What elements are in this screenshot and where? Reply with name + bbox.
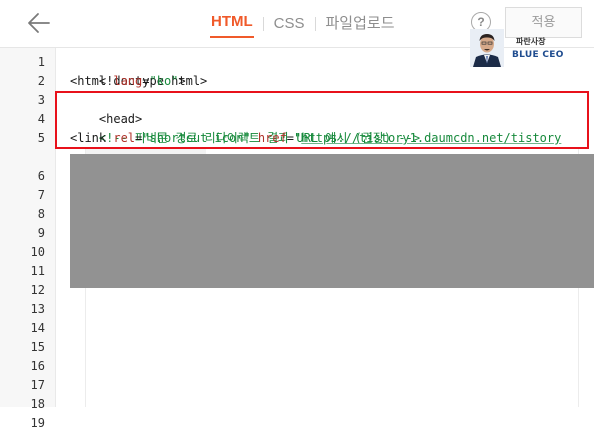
line-number: 16 — [30, 359, 45, 373]
code-equals: = — [142, 74, 150, 88]
code-line-5: <link rel="shortcut icon" href="https://… — [70, 129, 561, 148]
line-number: 5 — [37, 131, 45, 145]
badge-title: 파란사장 — [516, 37, 546, 46]
code-string: "ko" — [149, 74, 179, 88]
line-number: 13 — [30, 302, 45, 316]
code-tag: <link — [70, 131, 114, 145]
line-number: 15 — [30, 340, 45, 354]
profile-badge: 파란사장 BLUE CEO — [470, 29, 570, 67]
line-number: 17 — [30, 378, 45, 392]
code-attribute: href — [257, 131, 287, 145]
line-number: 7 — [37, 188, 45, 202]
tab-file-upload[interactable]: 파일업로드 — [325, 13, 396, 35]
code-tag: <html — [70, 74, 114, 88]
tab-html[interactable]: HTML — [210, 11, 254, 38]
back-button[interactable] — [24, 9, 54, 37]
line-number: 3 — [37, 93, 45, 107]
code-tag: > — [178, 74, 186, 88]
line-number: 1 — [37, 55, 45, 69]
line-number: 11 — [30, 264, 45, 278]
code-line-4: <!-- 파비콘 경로 리다이렉트 결과 URL 예시 (권장) --> — [70, 110, 420, 145]
code-equals: = — [286, 131, 295, 145]
tab-divider — [262, 17, 264, 31]
line-number: 14 — [30, 321, 45, 335]
editor-tabs: HTML CSS 파일업로드 — [210, 11, 396, 38]
line-number: 8 — [37, 207, 45, 221]
code-line-2: <html lang="ko"> — [70, 72, 186, 91]
tab-css[interactable]: CSS — [273, 13, 306, 35]
line-number: 4 — [37, 112, 45, 126]
line-number: 10 — [30, 245, 45, 259]
redacted-code-block — [70, 154, 594, 288]
line-number: 12 — [30, 283, 45, 297]
code-editor[interactable]: 1 2 3 4 5 6 7 8 9 10 11 12 13 14 15 16 1… — [0, 48, 594, 430]
line-number: 19 — [30, 416, 45, 430]
tab-divider — [314, 17, 316, 31]
line-number: 6 — [37, 169, 45, 183]
line-number: 18 — [30, 397, 45, 411]
arrow-left-icon — [28, 13, 50, 33]
line-number: 2 — [37, 74, 45, 88]
line-number: 9 — [37, 226, 45, 240]
code-string: "shortcut icon" — [142, 131, 251, 145]
code-url[interactable]: https://tistory1.daumcdn.net/tistory — [301, 131, 561, 145]
code-attribute: rel — [113, 131, 136, 145]
badge-subtitle: BLUE CEO — [512, 50, 564, 60]
code-attribute: lang — [113, 74, 143, 88]
code-line-1: <!doctype html> — [70, 53, 207, 88]
avatar — [470, 29, 504, 67]
code-line-3: <head> — [70, 91, 142, 126]
line-number-gutter: 1 2 3 4 5 6 7 8 9 10 11 12 13 14 15 16 1… — [0, 48, 56, 430]
